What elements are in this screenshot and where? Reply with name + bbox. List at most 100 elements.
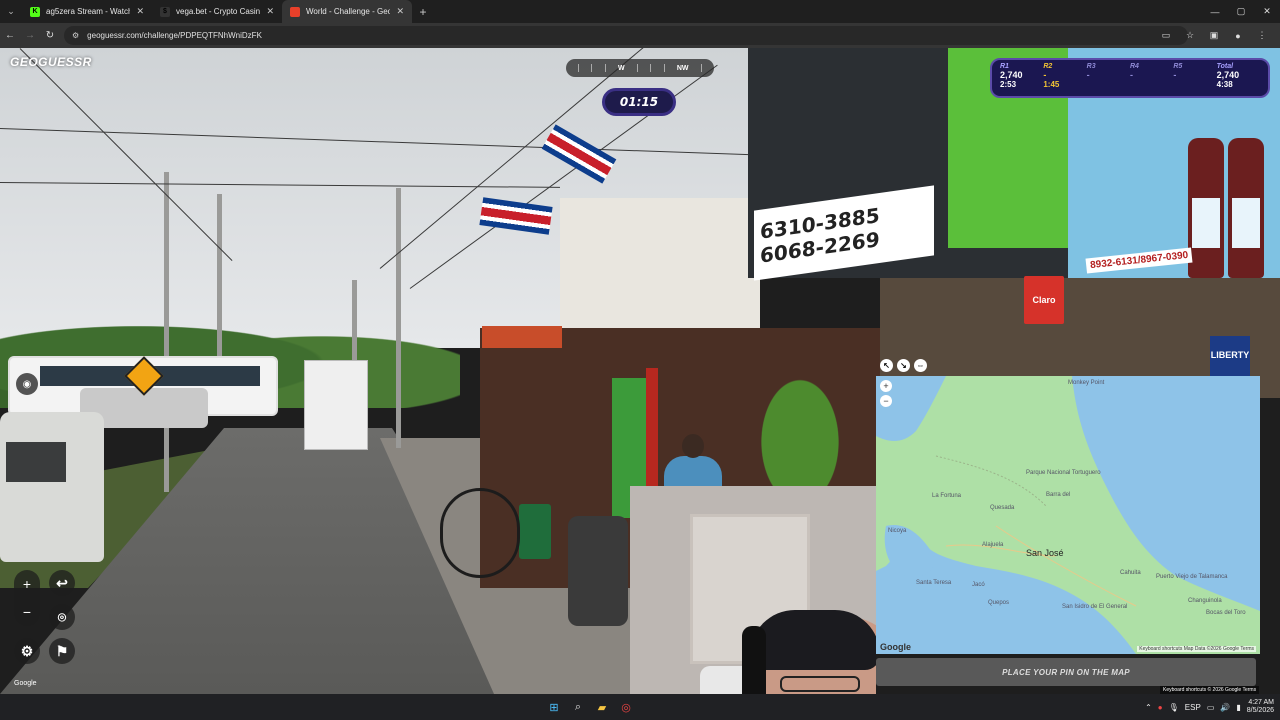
extensions-icon[interactable]: ▣ (1202, 30, 1226, 41)
url-text: geoguessr.com/challenge/PDPEQTFNhWniDzFK (87, 31, 262, 40)
map-pin-toggle-icon[interactable]: ⇔ (914, 359, 927, 372)
close-window-button[interactable]: ✕ (1254, 0, 1280, 23)
map-label: Barra del (1046, 492, 1071, 498)
round-score: - (1173, 70, 1177, 80)
new-tab-button[interactable]: + (412, 0, 434, 23)
round-score: - (1043, 70, 1047, 80)
place-pin-button[interactable]: PLACE YOUR PIN ON THE MAP (876, 658, 1256, 686)
round-timer: 01:15 (602, 88, 676, 116)
maximize-button[interactable]: ▢ (1228, 0, 1254, 23)
zoom-out-button[interactable]: − (14, 598, 40, 626)
round-label: Total (1216, 63, 1234, 70)
round-score: 2,740 (1216, 70, 1240, 80)
bottle (1188, 138, 1224, 278)
billboard-phone-3: 8932-6131/8967-0390 (1085, 247, 1193, 274)
recording-icon[interactable]: ● (1158, 703, 1163, 712)
map-zoom-out-button[interactable]: − (880, 395, 892, 407)
zoom-control: + − (14, 570, 40, 626)
map-label: San Isidro de El General (1062, 604, 1128, 610)
round-label: R3 (1086, 63, 1096, 70)
bicycle (440, 488, 520, 578)
clock-date: 8/5/2026 (1246, 707, 1274, 714)
scoreboard-round: R1 2,740 2:53 (1000, 63, 1043, 93)
chrome-icon[interactable]: ◎ (617, 698, 635, 716)
browser-tab[interactable]: $ vega.bet - Crypto Casino | Slots ✕ (152, 0, 282, 23)
map-label: Quepos (988, 600, 1010, 606)
scoreboard-round: R2-1:45 (1043, 63, 1086, 93)
white-van (0, 412, 104, 562)
map-expand-icon[interactable]: ↘ (897, 359, 910, 372)
round-time: 4:38 (1216, 80, 1233, 89)
site-info-icon[interactable]: ⚙ (72, 31, 79, 40)
compass-west: W (618, 64, 625, 72)
location-pin-icon[interactable]: ◉ (16, 373, 38, 395)
reload-button[interactable]: ↻ (40, 23, 60, 48)
tab-close-icon[interactable]: ✕ (136, 6, 144, 17)
tray-chevron-icon[interactable]: ⌃ (1145, 703, 1152, 712)
browser-tab[interactable]: Kag5zera Stream - Watch Live o ✕ (22, 0, 152, 23)
cast-icon[interactable]: ▭ (1154, 30, 1178, 41)
map-label: Cahuita (1120, 570, 1141, 576)
browser-tab[interactable]: World - Challenge - GeoGuessr ✕ (282, 0, 412, 23)
flag-icon[interactable]: ⚑ (49, 638, 75, 664)
menu-icon[interactable]: ⋮ (1250, 30, 1274, 41)
glasses (780, 676, 860, 692)
round-label: R4 (1129, 63, 1139, 70)
undo-move-button[interactable]: ↩ (49, 570, 75, 596)
map-shrink-icon[interactable]: ↖ (880, 359, 893, 372)
windows-taskbar: ⊞ ⌕ ▰ ◎ ⌃ ● 🎙 ESP ▭ 🔊 ▮ 4:27 AM 8/5/2026 (0, 694, 1280, 720)
scoreboard-round: R3- (1087, 63, 1130, 93)
map-label: Jacó (972, 582, 985, 588)
browser-toolbar: ← → ↻ ⚙ geoguessr.com/challenge/PDPEQTFN… (0, 23, 1280, 48)
vega-icon: $ (160, 6, 170, 17)
tab-title: ag5zera Stream - Watch Live o (46, 7, 131, 16)
file-explorer-icon[interactable]: ▰ (593, 698, 611, 716)
tab-title: vega.bet - Crypto Casino | Slots (176, 7, 261, 16)
webcam-overlay (630, 486, 876, 720)
geoguessr-logo[interactable]: GEOGUESSR (10, 55, 92, 69)
map-label: Parque Nacional Tortuguero (1026, 470, 1101, 476)
tab-close-icon[interactable]: ✕ (396, 6, 404, 17)
map-toolbar: ↖ ↘ ⇔ (880, 359, 927, 372)
tab-title: World - Challenge - GeoGuessr (306, 7, 391, 16)
map-label: Alajuela (982, 542, 1004, 548)
network-icon[interactable]: ▭ (1207, 703, 1215, 712)
volume-icon[interactable]: 🔊 (1220, 703, 1230, 712)
map-label: Quesada (990, 505, 1015, 511)
return-to-start-button[interactable]: ⌾ (49, 604, 75, 630)
windows-start-icon[interactable]: ⊞ (545, 698, 563, 716)
kick-icon: K (30, 6, 40, 17)
compass-northwest: NW (676, 64, 689, 72)
mic-icon[interactable]: 🎙 (1169, 703, 1179, 712)
back-button[interactable]: ← (0, 23, 20, 48)
round-score: - (1086, 70, 1090, 80)
system-tray: ⌃ ● 🎙 ESP ▭ 🔊 ▮ 4:27 AM 8/5/2026 (1145, 694, 1274, 720)
tab-search-button[interactable]: ⌄ (0, 0, 22, 23)
land-mass (876, 376, 1260, 654)
map-label: Santa Teresa (916, 580, 952, 586)
battery-icon[interactable]: ▮ (1236, 703, 1240, 712)
map-label: Bocas del Toro (1206, 610, 1246, 616)
forward-button[interactable]: → (20, 23, 40, 48)
bottle (1228, 138, 1264, 278)
guess-map[interactable]: + − Monkey Point San José La Fortuna Que… (876, 376, 1260, 654)
streetview-footer[interactable]: Keyboard shortcuts © 2026 Google Terms (1160, 686, 1260, 694)
address-bar[interactable]: ⚙ geoguessr.com/challenge/PDPEQTFNhWniDz… (64, 26, 1188, 45)
settings-gear-icon[interactable]: ⚙ (14, 638, 40, 664)
bookmark-star-icon[interactable]: ☆ (1178, 30, 1202, 41)
taskbar-clock[interactable]: 4:27 AM 8/5/2026 (1247, 699, 1274, 715)
geoguessr-icon (290, 6, 300, 17)
minimize-button[interactable]: — (1202, 0, 1228, 23)
clock-time: 4:27 AM (1248, 698, 1274, 706)
liberty-sign: LIBERTY (1210, 336, 1250, 376)
language-indicator[interactable]: ESP (1185, 703, 1201, 712)
zoom-in-button[interactable]: + (14, 570, 40, 598)
tab-close-icon[interactable]: ✕ (266, 6, 274, 17)
search-icon[interactable]: ⌕ (569, 698, 587, 716)
map-footer[interactable]: Keyboard shortcuts Map Data ©2026 Google… (1137, 646, 1256, 652)
utility-pole (396, 188, 401, 448)
map-zoom-control: + − (880, 380, 892, 407)
round-label: R1 (1000, 63, 1009, 70)
map-zoom-in-button[interactable]: + (880, 380, 892, 392)
profile-avatar[interactable]: ● (1226, 31, 1250, 41)
